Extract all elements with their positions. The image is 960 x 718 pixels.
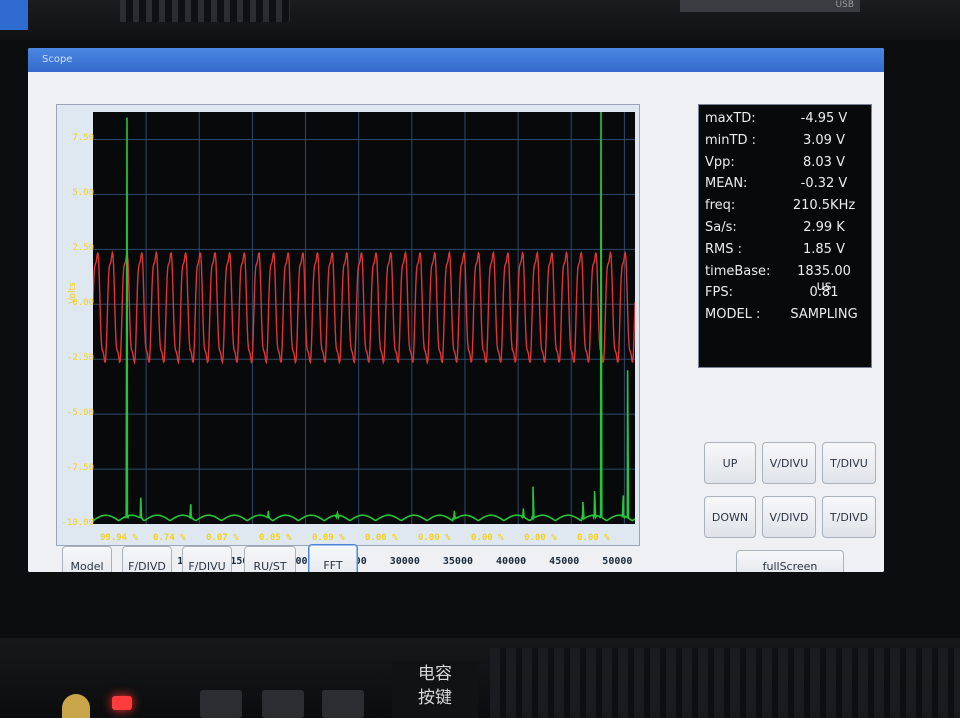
hardware-key-3[interactable] bbox=[322, 690, 364, 718]
stat-row: FPS: 0.81 bbox=[705, 285, 865, 305]
stat-row: freq: 210.5KHz bbox=[705, 198, 865, 218]
y-tick-label: -5.00 bbox=[66, 408, 94, 419]
time-domain-trace bbox=[93, 249, 635, 366]
stat-label: Sa/s: bbox=[705, 220, 737, 235]
fft-button[interactable]: FFT bbox=[308, 544, 358, 572]
harmonic-percent-label: 0.74 % bbox=[153, 533, 186, 543]
stat-value: SAMPLING bbox=[790, 307, 858, 323]
stat-row: minTD : 3.09 V bbox=[705, 133, 865, 153]
pin-header-bottom bbox=[490, 648, 960, 718]
harmonic-percent-label: 0.05 % bbox=[259, 533, 292, 543]
stat-label: RMS : bbox=[705, 241, 743, 257]
stat-label: Vpp: bbox=[705, 154, 735, 170]
x-tick-label: 40000 bbox=[496, 556, 527, 567]
harmonic-percent-label: 0.09 % bbox=[312, 533, 345, 543]
oscilloscope-plot bbox=[93, 112, 635, 524]
v-divd-button[interactable]: V/DIVD bbox=[762, 496, 816, 538]
stat-row: MEAN: -0.32 V bbox=[705, 176, 865, 196]
stat-row: Sa/s: 2.99 K bbox=[705, 220, 865, 240]
f-divu-button[interactable]: F/DIVU bbox=[182, 546, 232, 572]
f-divd-button[interactable]: F/DIVD bbox=[122, 546, 172, 572]
stat-row: maxTD: -4.95 V bbox=[705, 111, 865, 131]
usb-label: USB bbox=[680, 0, 860, 12]
stat-label: minTD : bbox=[705, 132, 756, 148]
stat-row: RMS : 1.85 V bbox=[705, 242, 865, 262]
plot-area bbox=[93, 112, 635, 524]
harmonic-percent-label: 0.00 % bbox=[365, 533, 398, 543]
stat-label: MEAN: bbox=[705, 176, 748, 192]
harmonic-percent-label: 0.00 % bbox=[418, 533, 451, 543]
stat-label: FPS: bbox=[705, 285, 733, 301]
window-client: Scope Volts 7.50 5.00 2.50 0.00 -2.50 -5.00 -7… bbox=[28, 54, 884, 572]
harmonic-percent-label: 99.94 % bbox=[100, 533, 138, 543]
stat-label: MODEL : bbox=[705, 307, 761, 323]
harmonic-percent-label: 0.00 % bbox=[524, 533, 557, 543]
x-tick-label: 50000 bbox=[602, 556, 633, 567]
stat-value: 2.99 K bbox=[803, 220, 845, 235]
stat-row: MODEL : SAMPLING bbox=[705, 307, 865, 327]
pin-header bbox=[120, 0, 290, 22]
fullscreen-button[interactable]: fullScreen bbox=[736, 550, 844, 572]
harmonic-percent-label: 0.00 % bbox=[471, 533, 504, 543]
capacitive-key-label: 电容 按键 bbox=[392, 662, 478, 718]
stat-value: 8.03 V bbox=[803, 154, 845, 170]
y-tick-label: -2.50 bbox=[66, 353, 94, 364]
board-connector bbox=[0, 0, 28, 30]
stat-label: maxTD: bbox=[705, 111, 756, 126]
y-tick-label: 5.00 bbox=[72, 188, 94, 199]
stat-value: -4.95 V bbox=[800, 111, 848, 126]
hardware-key-1[interactable] bbox=[200, 690, 242, 718]
stat-value: 210.5KHz bbox=[792, 198, 856, 214]
run-stop-button[interactable]: RU/ST bbox=[244, 546, 296, 572]
stat-label: timeBase: bbox=[705, 263, 771, 279]
hardware-key-2[interactable] bbox=[262, 690, 304, 718]
harmonic-percent-label: 0.07 % bbox=[206, 533, 239, 543]
measurement-panel: maxTD: -4.95 V minTD : 3.09 V Vpp: 8.03 V MEAN… bbox=[698, 104, 872, 368]
y-tick-label: -10.00 bbox=[61, 518, 94, 528]
y-tick-label: -7.50 bbox=[66, 463, 94, 474]
x-tick-label: 45000 bbox=[549, 556, 580, 567]
v-divu-button[interactable]: V/DIVU bbox=[762, 442, 816, 484]
down-button[interactable]: DOWN bbox=[704, 496, 756, 538]
y-tick-label: 2.50 bbox=[72, 243, 94, 254]
stat-row: timeBase: 1835.00 us bbox=[705, 263, 865, 294]
stat-value: -0.32 V bbox=[800, 176, 848, 192]
harmonic-percent-label: 0.00 % bbox=[577, 533, 610, 543]
x-tick-label: 35000 bbox=[442, 556, 473, 567]
up-button[interactable]: UP bbox=[704, 442, 756, 484]
board-component bbox=[62, 694, 90, 718]
lcd-screen: Scope Volts 7.50 5.00 2.50 0.00 -2.50 -5.00 -7… bbox=[28, 48, 884, 572]
led-indicator bbox=[112, 696, 132, 710]
stat-value: 1.85 V bbox=[803, 241, 845, 257]
t-divu-button[interactable]: T/DIVU bbox=[822, 442, 876, 484]
stat-row: Vpp: 8.03 V bbox=[705, 155, 865, 175]
x-tick-label: 30000 bbox=[389, 556, 420, 567]
stat-label: freq: bbox=[705, 198, 736, 214]
t-divd-button[interactable]: T/DIVD bbox=[822, 496, 876, 538]
stat-value: 0.81 bbox=[809, 285, 839, 301]
y-tick-label: 7.50 bbox=[72, 133, 94, 144]
window-title: Scope bbox=[42, 54, 73, 65]
stat-value: 3.09 V bbox=[803, 132, 845, 148]
y-tick-label: 0.00 bbox=[72, 298, 94, 309]
model-button[interactable]: Model bbox=[62, 546, 112, 572]
